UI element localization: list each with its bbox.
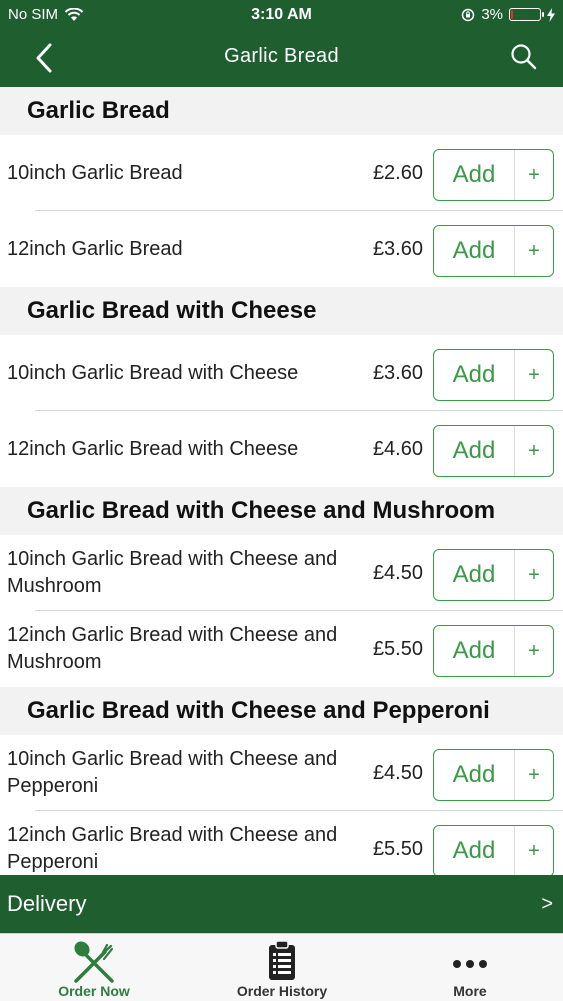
search-button[interactable] [509,42,539,72]
add-label: Add [452,161,496,188]
item-name: 10inch Garlic Bread with Cheese and Pepp… [7,748,338,797]
tab-order-now[interactable]: Order Now [0,934,188,1001]
item-price: £5.50 [372,837,423,860]
menu-list[interactable]: Garlic Bread 10inch Garlic Bread £2.60 A… [0,87,563,875]
add-button[interactable]: Add + [433,625,554,677]
battery-percent: 3% [481,6,503,23]
add-button[interactable]: Add + [433,549,554,601]
nav-bar: Garlic Bread [0,30,563,87]
status-right: 3% [461,6,555,23]
item-name: 12inch Garlic Bread with Cheese and Pepp… [7,824,338,873]
plus-icon: + [514,750,553,800]
clipboard-list-icon [269,940,295,980]
item-price: £3.60 [372,361,423,384]
plus-icon: + [514,626,553,676]
item-price: £5.50 [372,637,423,660]
delivery-label: Delivery [7,891,87,916]
battery-icon [509,8,544,21]
item-name: 12inch Garlic Bread with Cheese and Mush… [7,624,338,673]
plus-icon: + [514,550,553,600]
add-label: Add [452,837,496,864]
add-button[interactable]: Add + [433,749,554,801]
status-bar: No SIM 3:10 AM 3% [0,0,563,30]
item-price: £3.60 [372,237,423,260]
add-label: Add [452,561,496,588]
section-header: Garlic Bread with Cheese [0,287,563,335]
charging-icon [547,7,555,22]
add-button[interactable]: Add + [433,349,554,401]
plus-icon: + [514,226,553,276]
tab-label: Order History [236,983,328,999]
tab-more[interactable]: More [376,934,563,1001]
item-name: 12inch Garlic Bread [7,237,183,260]
item-price: £4.50 [372,561,423,584]
more-dots-icon [453,960,487,968]
menu-item: 12inch Garlic Bread with Cheese £4.60 Ad… [0,411,563,487]
top-bar: No SIM 3:10 AM 3% Garlic Bread [0,0,563,87]
item-price: £2.60 [372,161,423,184]
menu-item: 12inch Garlic Bread £3.60 Add + [0,211,563,287]
plus-icon: + [514,826,553,875]
chevron-left-icon [36,43,52,73]
section-header: Garlic Bread with Cheese and Mushroom [0,487,563,535]
item-name: 10inch Garlic Bread with Cheese and Mush… [7,548,338,597]
add-label: Add [452,637,496,664]
search-icon [511,44,537,70]
menu-item: 10inch Garlic Bread with Cheese £3.60 Ad… [0,335,563,411]
menu-item: 10inch Garlic Bread £2.60 Add + [0,135,563,211]
item-price: £4.60 [372,437,423,460]
menu-item: 12inch Garlic Bread with Cheese and Mush… [0,611,563,687]
tab-label: Order Now [58,983,130,999]
item-name: 10inch Garlic Bread with Cheese [7,361,299,384]
add-label: Add [452,761,496,788]
add-label: Add [452,237,496,264]
section-header: Garlic Bread [0,87,563,135]
add-button[interactable]: Add + [433,825,554,875]
plus-icon: + [514,150,553,200]
plus-icon: + [514,350,553,400]
chevron-right-icon: > [541,892,553,915]
add-label: Add [452,361,496,388]
orientation-lock-icon [462,8,475,21]
item-name: 12inch Garlic Bread with Cheese [7,437,299,460]
add-button[interactable]: Add + [433,225,554,277]
add-button[interactable]: Add + [433,425,554,477]
page-title: Garlic Bread [224,45,339,67]
tab-bar: Order Now Order History More [0,933,563,1001]
add-label: Add [452,437,496,464]
back-button[interactable] [30,42,60,74]
menu-item: 10inch Garlic Bread with Cheese and Mush… [0,535,563,611]
tab-label: More [453,983,487,999]
item-price: £4.50 [372,761,423,784]
tab-order-history[interactable]: Order History [188,934,376,1001]
section-header: Garlic Bread with Cheese and Pepperoni [0,687,563,735]
item-name: 10inch Garlic Bread [7,161,183,184]
fork-knife-icon [74,941,114,983]
plus-icon: + [514,426,553,476]
add-button[interactable]: Add + [433,149,554,201]
delivery-bar[interactable]: Delivery > [0,875,563,933]
menu-item: 10inch Garlic Bread with Cheese and Pepp… [0,735,563,811]
menu-item: 12inch Garlic Bread with Cheese and Pepp… [0,811,563,875]
